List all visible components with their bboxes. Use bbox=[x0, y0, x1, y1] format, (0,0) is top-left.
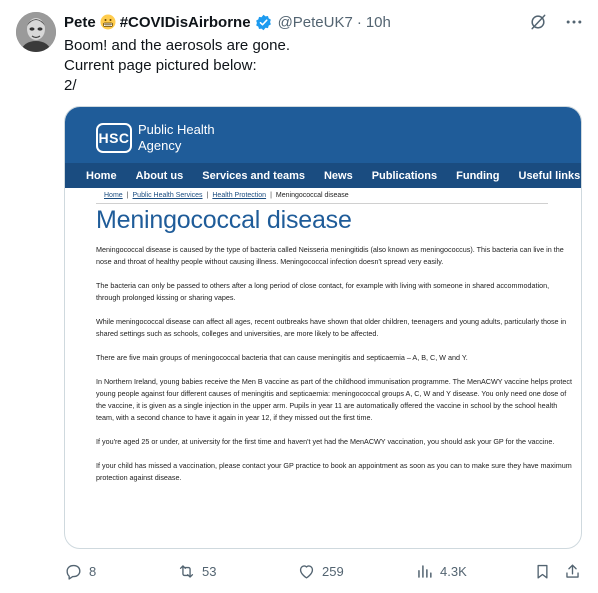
nav-item-services: Services and teams bbox=[202, 169, 305, 182]
author-tag[interactable]: #COVIDisAirborne bbox=[120, 14, 251, 31]
separator-dot: · bbox=[356, 13, 362, 31]
share-icon bbox=[563, 562, 582, 581]
repost-button[interactable]: 53 bbox=[177, 560, 216, 582]
nav-item-publications: Publications bbox=[371, 169, 438, 182]
paragraph: If you're aged 25 or under, at universit… bbox=[96, 437, 555, 446]
divider bbox=[96, 203, 548, 204]
tweet-line: 2/ bbox=[64, 77, 77, 94]
breadcrumb: Home | Public Health Services | Health Prote… bbox=[104, 192, 349, 199]
breadcrumb-separator: | bbox=[270, 192, 272, 199]
views-count: 4.3K bbox=[440, 563, 467, 579]
hsc-logo: HSC bbox=[96, 123, 132, 153]
site-nav: Home About us Services and teams News Pu… bbox=[65, 163, 581, 188]
grimacing-face-icon bbox=[100, 14, 116, 30]
org-name: Public Health Agency bbox=[138, 122, 215, 154]
breadcrumb-item: Public Health Services bbox=[132, 192, 203, 199]
tweet-line: Current page pictured below: bbox=[64, 57, 257, 74]
nav-item-useful-links: Useful links bbox=[518, 169, 581, 182]
attached-image[interactable]: HSC Public Health Agency Home About us S… bbox=[64, 106, 582, 549]
author-avatar[interactable] bbox=[16, 12, 56, 52]
paragraph: Meningococcal disease is caused by the t… bbox=[96, 245, 564, 266]
nav-item-news: News bbox=[323, 169, 353, 182]
breadcrumb-current: Meningococcal disease bbox=[275, 192, 349, 199]
nav-item-home: Home bbox=[86, 169, 117, 182]
repost-count: 53 bbox=[202, 563, 217, 579]
like-count: 259 bbox=[322, 563, 344, 579]
site-masthead: HSC Public Health Agency bbox=[65, 107, 581, 163]
like-icon bbox=[297, 562, 316, 581]
bookmark-button[interactable] bbox=[533, 560, 552, 582]
tweet-header: Pete #COVIDisAirborne @PeteUK7 · 10h bbox=[64, 12, 584, 32]
tweet-actions: 8 53 259 4.3K bbox=[64, 560, 584, 582]
verified-badge-icon bbox=[255, 14, 272, 31]
views-icon bbox=[415, 562, 434, 581]
breadcrumb-item: Health Protection bbox=[212, 192, 267, 199]
paragraph: While meningococcal disease can affect a… bbox=[96, 317, 567, 338]
reply-icon bbox=[64, 562, 83, 581]
grok-icon[interactable] bbox=[528, 12, 548, 32]
reply-button[interactable]: 8 bbox=[64, 560, 96, 582]
tweet-text: Boom! and the aerosols are gone. Current… bbox=[64, 36, 574, 96]
more-icon[interactable] bbox=[564, 12, 584, 32]
tweet-line: Boom! and the aerosols are gone. bbox=[64, 37, 290, 54]
nav-item-about: About us bbox=[135, 169, 184, 182]
tweet-time[interactable]: 10h bbox=[366, 14, 391, 31]
like-button[interactable]: 259 bbox=[297, 560, 344, 582]
article-body: Meningococcal disease is caused by the t… bbox=[96, 244, 574, 496]
breadcrumb-item: Home bbox=[104, 192, 123, 199]
breadcrumb-separator: | bbox=[126, 192, 129, 199]
org-name-line: Agency bbox=[138, 138, 182, 153]
paragraph: In Northern Ireland, young babies receiv… bbox=[96, 377, 572, 422]
share-button[interactable] bbox=[563, 560, 582, 582]
paragraph: The bacteria can only be passed to other… bbox=[96, 281, 550, 302]
author-name[interactable]: Pete bbox=[64, 14, 96, 31]
repost-icon bbox=[177, 562, 196, 581]
nav-item-funding: Funding bbox=[456, 169, 500, 182]
views-button[interactable]: 4.3K bbox=[415, 560, 467, 582]
paragraph: There are five main groups of meningococ… bbox=[96, 353, 468, 362]
bookmark-icon bbox=[533, 562, 552, 581]
header-actions bbox=[528, 12, 584, 32]
author-handle[interactable]: @PeteUK7 bbox=[278, 14, 353, 31]
breadcrumb-separator: | bbox=[206, 192, 209, 199]
reply-count: 8 bbox=[89, 563, 97, 579]
org-name-line: Public Health bbox=[138, 122, 215, 137]
paragraph: If your child has missed a vaccination, … bbox=[96, 461, 572, 482]
page-title: Meningococcal disease bbox=[96, 206, 352, 234]
